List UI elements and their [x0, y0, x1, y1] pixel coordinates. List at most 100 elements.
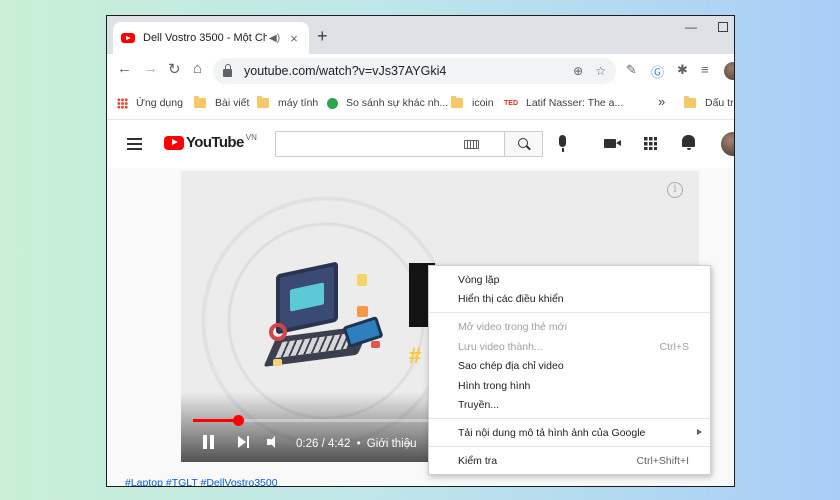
menu-item-label: Hiển thị các điều khiển: [458, 293, 564, 305]
magnifier-illustration: [269, 323, 287, 341]
tag-decoration-icon: [371, 341, 380, 348]
progress-played: [193, 419, 239, 422]
minimize-button[interactable]: —: [685, 20, 697, 34]
info-icon[interactable]: i: [667, 182, 683, 198]
gear-decoration-icon: [357, 306, 368, 317]
menu-shortcut: Ctrl+S: [659, 341, 689, 353]
menu-separator: [429, 418, 710, 419]
chevron-right-icon[interactable]: ›: [407, 436, 411, 450]
reload-icon[interactable]: ↻: [168, 60, 181, 78]
install-app-icon[interactable]: ⊕: [573, 64, 583, 78]
menu-item-label: Vòng lặp: [458, 274, 500, 286]
menu-item-label: Kiểm tra: [458, 455, 498, 467]
folder-icon: [684, 96, 696, 108]
create-video-icon[interactable]: [604, 139, 621, 148]
folder-icon: [194, 96, 206, 108]
menu-item-label: Sao chép địa chỉ video: [458, 360, 564, 372]
maximize-button[interactable]: [718, 22, 728, 32]
note-decoration-icon: [357, 274, 367, 286]
notifications-bell-icon[interactable]: [682, 135, 695, 150]
menu-item-label: Truyền...: [458, 399, 500, 411]
menu-separator: [429, 446, 710, 447]
video-hashtags[interactable]: #Laptop #TGLT #DellVostro3500: [125, 477, 278, 486]
apps-icon[interactable]: [644, 137, 657, 150]
time-separator: •: [356, 438, 361, 450]
menu-item-label: Tải nội dung mô tả hình ảnh của Google: [458, 427, 646, 439]
menu-item-open-new-tab: Mở video trong thẻ mới: [429, 317, 710, 337]
menu-item-google-image-descriptions[interactable]: Tải nội dung mô tả hình ảnh của Google: [429, 423, 710, 443]
menu-item-copy-video-address[interactable]: Sao chép địa chỉ video: [429, 356, 710, 376]
close-tab-icon[interactable]: ×: [287, 31, 301, 46]
youtube-logo[interactable]: YouTube VN: [164, 133, 257, 151]
bookmarks-bar: Ứng dụng Bài viết máy tính So sánh sự kh…: [107, 88, 734, 120]
bookmark-label: Ứng dụng: [136, 97, 183, 109]
menu-item-picture-in-picture[interactable]: Hình trong hình: [429, 376, 710, 396]
bookmark-may-tinh[interactable]: máy tính: [257, 96, 319, 109]
next-video-icon[interactable]: [238, 436, 250, 448]
menu-item-cast[interactable]: Truyền...: [429, 395, 710, 415]
address-bar[interactable]: youtube.com/watch?v=vJs37AYGki4 ⊕ ☆: [213, 58, 616, 84]
browser-toolbar: ← → ↻ ⌂ youtube.com/watch?v=vJs37AYGki4 …: [107, 54, 734, 88]
tab-title: Dell Vostro 3500 - Một Chiế: [143, 32, 267, 44]
keyboard-icon[interactable]: [464, 140, 479, 149]
bookmark-so-sanh[interactable]: So sánh sự khác nh...: [327, 97, 448, 109]
bookmark-label: So sánh sự khác nh...: [346, 97, 449, 109]
menu-item-label: Mở video trong thẻ mới: [458, 321, 567, 333]
speaker-icon[interactable]: ◀︎): [269, 33, 283, 44]
url-text[interactable]: youtube.com/watch?v=vJs37AYGki4: [244, 64, 561, 78]
bookmark-label: máy tính: [278, 97, 319, 109]
youtube-play-icon: [164, 135, 184, 150]
bookmark-label: Bài viết: [215, 97, 250, 109]
forward-arrow-icon[interactable]: →: [143, 60, 158, 77]
browser-window: Dell Vostro 3500 - Một Chiế ◀︎) × + — ← …: [106, 15, 735, 487]
menu-item-save-video: Lưu video thành... Ctrl+S: [429, 337, 710, 357]
apps-grid-icon: [117, 97, 128, 109]
time-text: 0:26 / 4:42: [296, 438, 351, 450]
menu-item-label: Hình trong hình: [458, 380, 531, 392]
bookmarks-overflow-button[interactable]: »: [658, 94, 665, 109]
title-accent-graphic: #: [409, 343, 422, 368]
volume-icon[interactable]: [267, 436, 281, 448]
translate-extension-icon[interactable]: Ⓖ: [651, 62, 664, 81]
region-code: VN: [245, 133, 257, 142]
folder-icon: [257, 96, 269, 108]
extensions-puzzle-icon[interactable]: ✱: [677, 62, 688, 78]
home-icon[interactable]: ⌂: [193, 60, 202, 77]
evernote-icon: [327, 97, 338, 109]
lock-icon[interactable]: [223, 63, 232, 77]
video-context-menu: Vòng lặp Hiển thị các điều khiển Mở vide…: [428, 265, 711, 475]
menu-separator: [429, 312, 710, 313]
bookmark-icoin[interactable]: icoin: [451, 96, 494, 109]
youtube-logo-text: YouTube: [186, 134, 244, 151]
menu-item-show-controls[interactable]: Hiển thị các điều khiển: [429, 289, 710, 309]
bookmark-label: icoin: [472, 97, 494, 109]
hamburger-menu-icon[interactable]: [127, 138, 142, 150]
tab-strip: Dell Vostro 3500 - Một Chiế ◀︎) × + —: [107, 16, 734, 54]
search-button[interactable]: [505, 131, 543, 157]
back-arrow-icon[interactable]: ←: [117, 60, 132, 77]
menu-item-inspect[interactable]: Kiểm tra Ctrl+Shift+I: [429, 451, 710, 471]
menu-item-loop[interactable]: Vòng lặp: [429, 270, 710, 290]
profile-avatar[interactable]: [724, 62, 734, 80]
pause-icon[interactable]: [203, 435, 214, 449]
menu-shortcut: Ctrl+Shift+I: [636, 455, 689, 467]
account-avatar[interactable]: [721, 132, 734, 156]
overflow-icon: »: [658, 94, 666, 109]
bookmark-apps[interactable]: Ứng dụng: [117, 97, 183, 109]
youtube-header: YouTube VN: [107, 120, 734, 168]
bookmark-dau-trang[interactable]: Dấu tra: [684, 96, 734, 109]
bookmark-label: Latif Nasser: The a...: [526, 97, 624, 109]
reading-list-icon[interactable]: ≡: [701, 62, 709, 77]
bookmark-latif-nasser[interactable]: TED Latif Nasser: The a...: [504, 97, 623, 109]
bookmark-star-icon[interactable]: ☆: [595, 64, 606, 78]
chip-decoration-icon: [273, 359, 282, 366]
new-tab-button[interactable]: +: [317, 26, 328, 47]
submenu-arrow-icon: [697, 429, 702, 435]
ted-icon: TED: [504, 99, 518, 107]
paint-extension-icon[interactable]: ✎: [626, 62, 637, 78]
menu-item-label: Lưu video thành...: [458, 341, 543, 353]
youtube-favicon-icon: [121, 33, 135, 43]
bookmark-bai-viet[interactable]: Bài viết: [194, 96, 250, 109]
browser-tab[interactable]: Dell Vostro 3500 - Một Chiế ◀︎) ×: [113, 22, 309, 54]
microphone-icon[interactable]: [559, 135, 566, 152]
